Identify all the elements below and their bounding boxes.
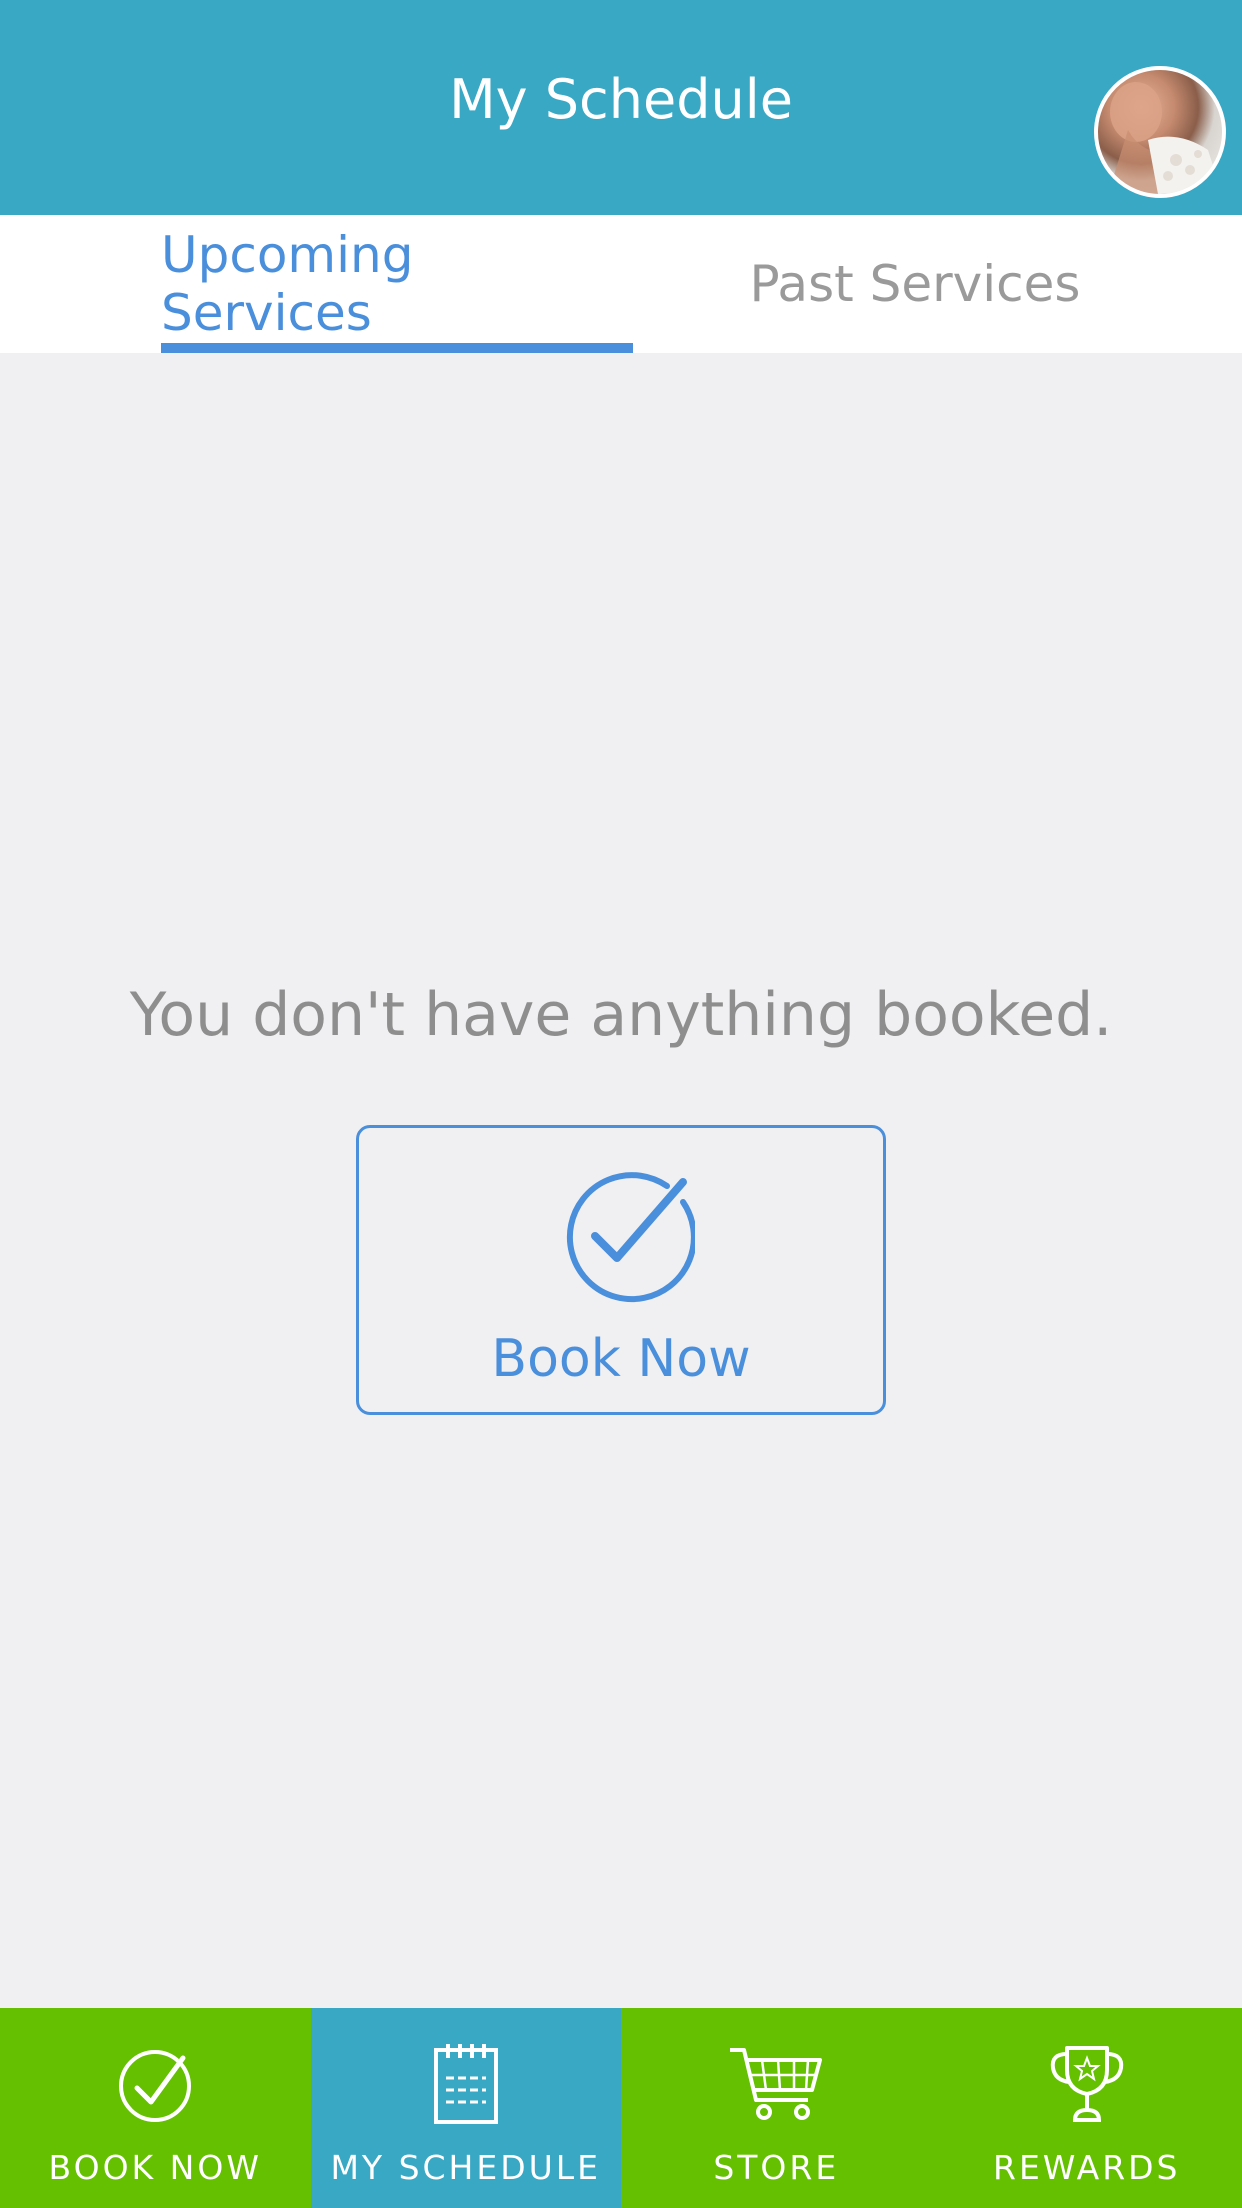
book-now-card-button[interactable]: Book Now — [356, 1125, 886, 1415]
trophy-icon — [1050, 2046, 1123, 2122]
active-tab-indicator — [161, 343, 633, 353]
nav-item-store[interactable]: STORE — [621, 2008, 932, 2208]
page-title: My Schedule — [449, 68, 793, 131]
empty-state-message: You don't have anything booked. — [129, 980, 1113, 1050]
nav-label-store: STORE — [713, 2148, 840, 2187]
book-now-label: Book Now — [491, 1329, 751, 1389]
bottom-nav: BOOK NOW MY SCHEDULE STORE REWARDS — [0, 2008, 1242, 2208]
nav-item-my-schedule[interactable]: MY SCHEDULE — [310, 2008, 621, 2208]
tab-upcoming-services[interactable]: Upcoming Services — [161, 215, 633, 353]
avatar[interactable] — [1094, 66, 1226, 198]
cart-icon — [730, 2048, 823, 2120]
check-circle-icon — [119, 2050, 192, 2122]
tab-past-services[interactable]: Past Services — [700, 215, 1130, 353]
nav-label-book-now: BOOK NOW — [48, 2148, 262, 2187]
app-header: My Schedule — [0, 0, 1242, 215]
avatar-photo-icon — [1108, 82, 1222, 194]
schedule-tabs: Upcoming Services Past Services — [0, 215, 1242, 353]
check-circle-icon — [566, 1172, 695, 1303]
nav-label-rewards: REWARDS — [993, 2148, 1181, 2187]
nav-item-book-now[interactable]: BOOK NOW — [0, 2008, 311, 2208]
nav-item-rewards[interactable]: REWARDS — [931, 2008, 1242, 2208]
calendar-icon — [433, 2044, 498, 2124]
nav-label-my-schedule: MY SCHEDULE — [330, 2148, 602, 2187]
